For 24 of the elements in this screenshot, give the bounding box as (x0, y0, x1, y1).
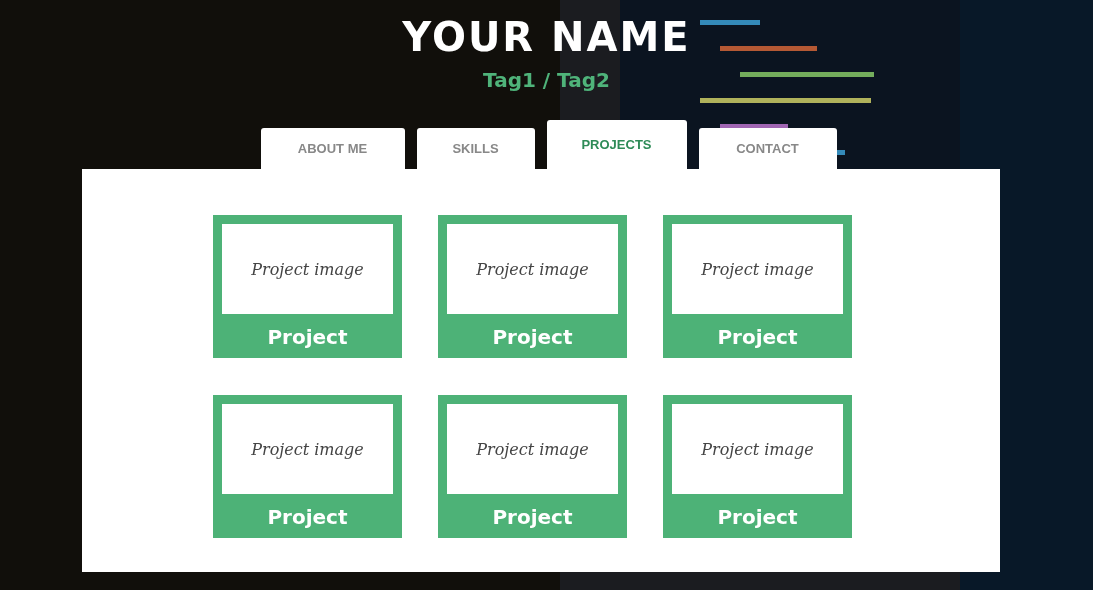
project-title: Project (492, 505, 573, 529)
project-title: Project (717, 505, 798, 529)
image-placeholder-text: Project image (476, 259, 589, 279)
nav-tab[interactable]: CONTACT (698, 128, 837, 169)
project-title: Project (492, 325, 573, 349)
project-title: Project (267, 505, 348, 529)
image-placeholder-text: Project image (701, 439, 814, 459)
nav-tab[interactable]: PROJECTS (546, 120, 687, 169)
project-title: Project (717, 325, 798, 349)
tagline: Tag1 / Tag2 (483, 68, 610, 92)
image-placeholder-text: Project image (251, 259, 364, 279)
nav-tab[interactable]: SKILLS (416, 128, 535, 169)
project-card[interactable]: Project image Project (438, 395, 627, 538)
project-card[interactable]: Project image Project (663, 395, 852, 538)
image-placeholder-text: Project image (701, 259, 814, 279)
site-title: YOUR NAME (402, 14, 691, 60)
image-placeholder-text: Project image (251, 439, 364, 459)
project-card[interactable]: Project image Project (213, 215, 402, 358)
nav-tab[interactable]: ABOUT ME (260, 128, 405, 169)
project-title: Project (267, 325, 348, 349)
project-card[interactable]: Project image Project (213, 395, 402, 538)
project-card[interactable]: Project image Project (663, 215, 852, 358)
image-placeholder-text: Project image (476, 439, 589, 459)
project-card[interactable]: Project image Project (438, 215, 627, 358)
